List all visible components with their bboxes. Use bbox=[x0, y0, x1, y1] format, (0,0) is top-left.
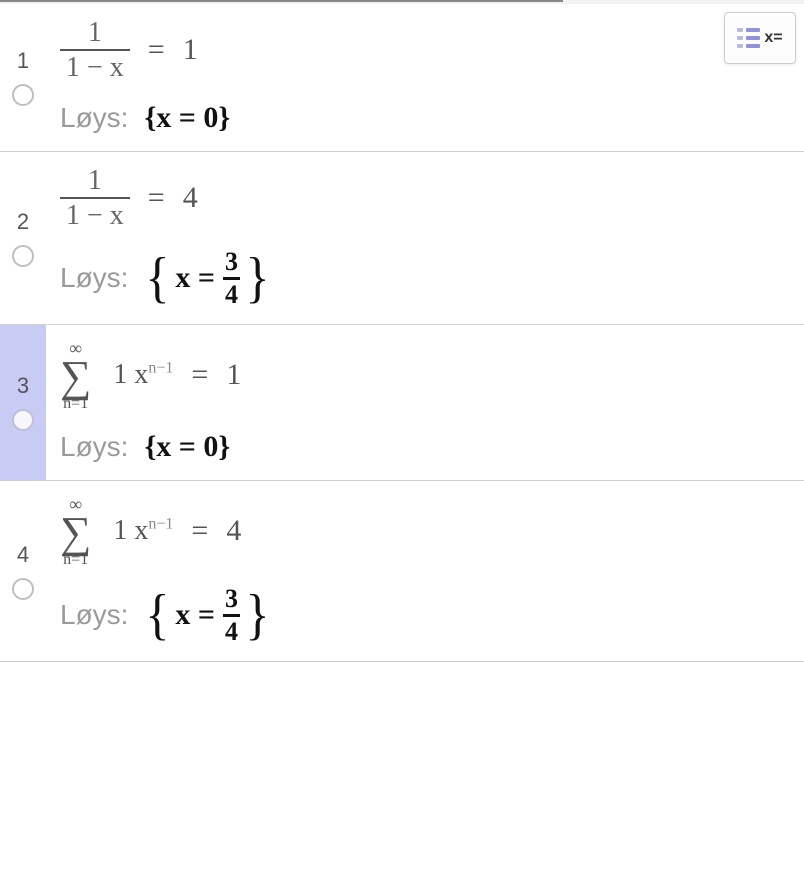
row-content[interactable]: 1 1 − x = 1 Løys: {x = 0} bbox=[46, 4, 804, 151]
visibility-toggle[interactable] bbox=[12, 245, 34, 267]
row-number: 2 bbox=[17, 209, 29, 235]
fraction: 3 4 bbox=[223, 249, 240, 308]
solution-set: { x = 3 4 } bbox=[144, 249, 270, 308]
solve-label: Løys: bbox=[60, 102, 128, 134]
visibility-toggle[interactable] bbox=[12, 578, 34, 600]
cas-row[interactable]: 3 ∞ ∑ n=1 1 xn−1 = 1 Løys: bbox=[0, 325, 804, 481]
solve-numeric-button[interactable]: x= bbox=[724, 12, 796, 64]
equals-sign: = bbox=[191, 514, 208, 548]
equation: ∞ ∑ n=1 1 xn−1 = 4 bbox=[60, 495, 794, 568]
equals-sign: = bbox=[148, 181, 165, 215]
row-number: 4 bbox=[17, 542, 29, 568]
visibility-toggle[interactable] bbox=[12, 84, 34, 106]
equals-sign: = bbox=[191, 358, 208, 392]
row-gutter[interactable]: 1 bbox=[0, 4, 46, 151]
solution-line: Løys: { x = 3 4 } bbox=[60, 586, 794, 645]
summand: 1 xn−1 bbox=[113, 359, 173, 391]
row-gutter[interactable]: 4 bbox=[0, 481, 46, 661]
visibility-toggle[interactable] bbox=[12, 409, 34, 431]
sigma-icon: ∑ bbox=[60, 515, 91, 550]
solve-button-label: x= bbox=[764, 29, 782, 47]
cas-rows: 1 1 1 − x = 1 Løys: {x = 0} bbox=[0, 4, 804, 662]
solution-set: {x = 0} bbox=[144, 101, 230, 135]
row-content[interactable]: ∞ ∑ n=1 1 xn−1 = 1 Løys: {x = 0} bbox=[46, 325, 804, 480]
row-gutter[interactable]: 2 bbox=[0, 152, 46, 324]
solve-label: Løys: bbox=[60, 431, 128, 463]
cas-view: x= 1 1 1 − x = 1 Løys: bbox=[0, 0, 804, 662]
cas-row[interactable]: 1 1 1 − x = 1 Løys: {x = 0} bbox=[0, 4, 804, 152]
solve-label: Løys: bbox=[60, 599, 128, 631]
sigma-icon: ∑ bbox=[60, 359, 91, 394]
solution-set: { x = 3 4 } bbox=[144, 586, 270, 645]
cas-row[interactable]: 2 1 1 − x = 4 Løys: { bbox=[0, 152, 804, 325]
solution-line: Løys: {x = 0} bbox=[60, 101, 794, 135]
cas-row[interactable]: 4 ∞ ∑ n=1 1 xn−1 = 4 Løys: bbox=[0, 481, 804, 662]
row-content[interactable]: 1 1 − x = 4 Løys: { x = 3 bbox=[46, 152, 804, 324]
summand: 1 xn−1 bbox=[113, 515, 173, 547]
row-number: 3 bbox=[17, 373, 29, 399]
rhs-value: 1 bbox=[226, 358, 241, 392]
equation: 1 1 − x = 4 bbox=[60, 166, 794, 231]
rhs-value: 4 bbox=[183, 181, 198, 215]
rhs-value: 4 bbox=[226, 514, 241, 548]
row-gutter[interactable]: 3 bbox=[0, 325, 46, 480]
equals-sign: = bbox=[148, 33, 165, 67]
row-content[interactable]: ∞ ∑ n=1 1 xn−1 = 4 Løys: { x = bbox=[46, 481, 804, 661]
solution-line: Løys: {x = 0} bbox=[60, 430, 794, 464]
solution-set: {x = 0} bbox=[144, 430, 230, 464]
row-number: 1 bbox=[17, 48, 29, 74]
fraction: 1 1 − x bbox=[60, 166, 130, 231]
list-icon bbox=[737, 28, 760, 48]
equation: ∞ ∑ n=1 1 xn−1 = 1 bbox=[60, 339, 794, 412]
solution-line: Løys: { x = 3 4 } bbox=[60, 249, 794, 308]
solve-label: Løys: bbox=[60, 262, 128, 294]
top-divider bbox=[0, 0, 804, 4]
sigma-sum: ∞ ∑ n=1 bbox=[60, 339, 91, 412]
rhs-value: 1 bbox=[183, 33, 198, 67]
fraction: 1 1 − x bbox=[60, 18, 130, 83]
fraction: 3 4 bbox=[223, 586, 240, 645]
sigma-sum: ∞ ∑ n=1 bbox=[60, 495, 91, 568]
equation: 1 1 − x = 1 bbox=[60, 18, 794, 83]
